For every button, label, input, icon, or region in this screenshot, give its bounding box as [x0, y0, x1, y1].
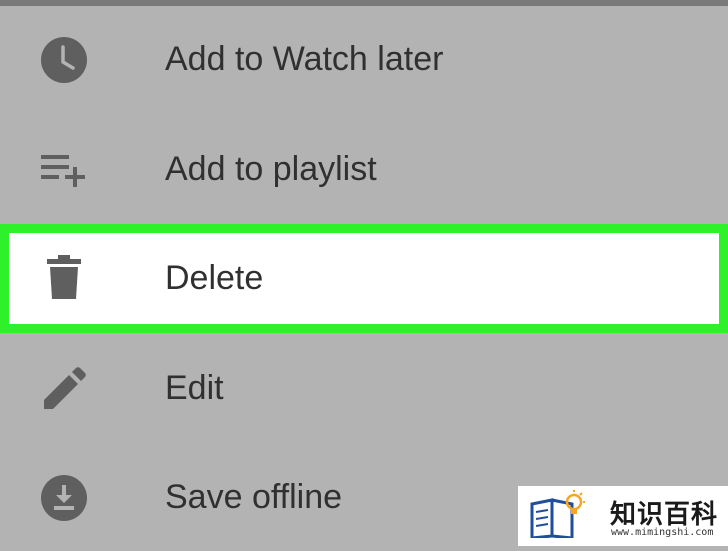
clock-icon	[38, 34, 90, 86]
menu-item-label: Save offline	[165, 478, 343, 516]
menu-item-edit[interactable]: Edit	[0, 333, 728, 442]
menu-item-label: Add to Watch later	[165, 40, 444, 78]
menu-item-add-to-playlist[interactable]: Add to playlist	[0, 115, 728, 224]
trash-icon	[38, 252, 90, 304]
playlist-add-icon	[38, 143, 90, 195]
watermark-title: 知识百科	[610, 500, 719, 530]
menu-item-label: Delete	[165, 259, 264, 297]
book-lightbulb-logo-icon	[530, 490, 586, 540]
menu-item-label: Add to playlist	[165, 150, 377, 188]
menu-item-label: Edit	[165, 369, 224, 407]
menu-item-watch-later[interactable]: Add to Watch later	[0, 6, 728, 115]
download-icon	[38, 472, 90, 524]
menu-item-delete[interactable]: Delete	[0, 224, 728, 333]
watermark: 知识百科 www.mimingshi.com	[518, 486, 728, 546]
watermark-url: www.mimingshi.com	[611, 527, 714, 538]
pencil-icon	[38, 363, 90, 415]
